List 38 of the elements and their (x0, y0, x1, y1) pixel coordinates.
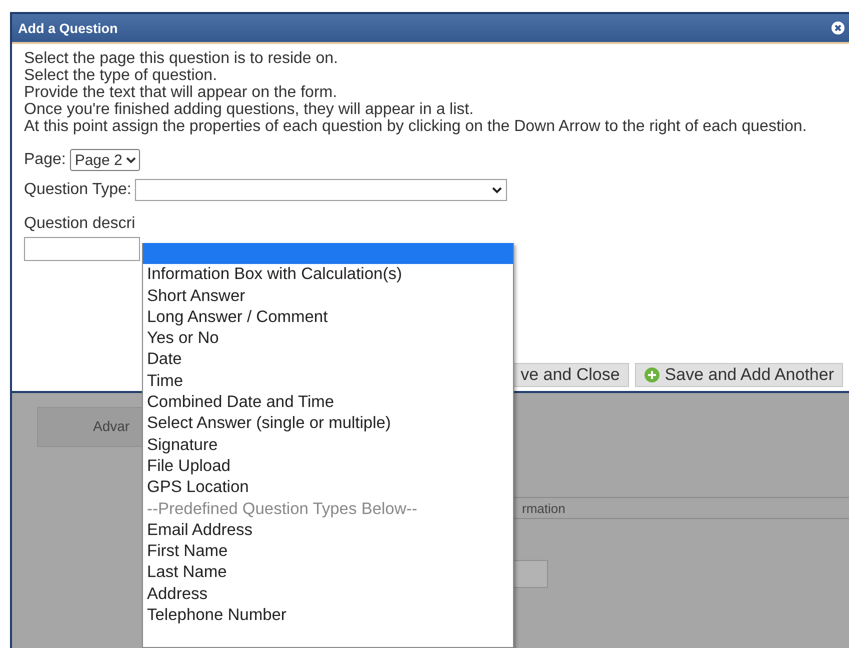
page-select[interactable]: Page 2 (70, 149, 140, 171)
page-label: Page: (24, 151, 66, 169)
close-icon[interactable] (831, 21, 845, 35)
dropdown-option[interactable]: Select Answer (single or multiple) (143, 413, 513, 435)
instruction-text: Select the type of question. (24, 67, 218, 84)
dropdown-option[interactable]: GPS Location (143, 477, 513, 499)
dropdown-option[interactable]: Long Answer / Comment (143, 306, 513, 328)
button[interactable] (512, 560, 548, 588)
panel-label: Advar (93, 418, 130, 434)
dropdown-option[interactable]: File Upload (143, 456, 513, 478)
dropdown-option[interactable]: Signature (143, 434, 513, 456)
plus-icon (644, 367, 660, 383)
question-type-label: Question Type: (24, 181, 132, 199)
dropdown-option[interactable]: Date (143, 349, 513, 371)
dropdown-option[interactable]: Telephone Number (143, 605, 513, 626)
save-and-close-button[interactable]: ve and Close (512, 363, 629, 387)
description-label: Question descri (24, 215, 136, 233)
dropdown-option[interactable]: Time (143, 370, 513, 392)
save-and-add-button[interactable]: Save and Add Another (634, 363, 843, 387)
instruction-text: Once you're finished adding questions, they will appear in a list. (24, 101, 475, 118)
question-type-select[interactable] (135, 179, 508, 201)
dropdown-option[interactable]: First Name (143, 541, 513, 562)
chevron-icon (492, 186, 502, 194)
dropdown-option[interactable]: Address (143, 584, 513, 606)
dropdown-option[interactable]: Short Answer (143, 286, 513, 307)
description-field[interactable] (24, 237, 140, 261)
dialog-title: Add a Question (18, 20, 118, 36)
option-group-label: --Predefined Question Types Below-- (146, 498, 418, 520)
instruction-text: Select the page this question is to reside on. (24, 50, 339, 67)
dropdown-option[interactable]: Email Address (143, 520, 513, 542)
text-field[interactable]: rmation (512, 497, 849, 519)
dropdown-option[interactable]: Last Name (143, 562, 513, 584)
dropdown-option[interactable]: Combined Date and Time (143, 392, 513, 414)
dropdown-option[interactable]: Information Box with Calculation(s) (143, 264, 513, 286)
instruction-text: Provide the text that will appear on the form. (24, 84, 338, 101)
dropdown-option[interactable]: Yes or No (143, 328, 513, 350)
instruction-text: At this point assign the properties of each question by clicking on the Down Arrow to the right of each question. (24, 118, 808, 135)
blank-option[interactable] (143, 243, 513, 264)
